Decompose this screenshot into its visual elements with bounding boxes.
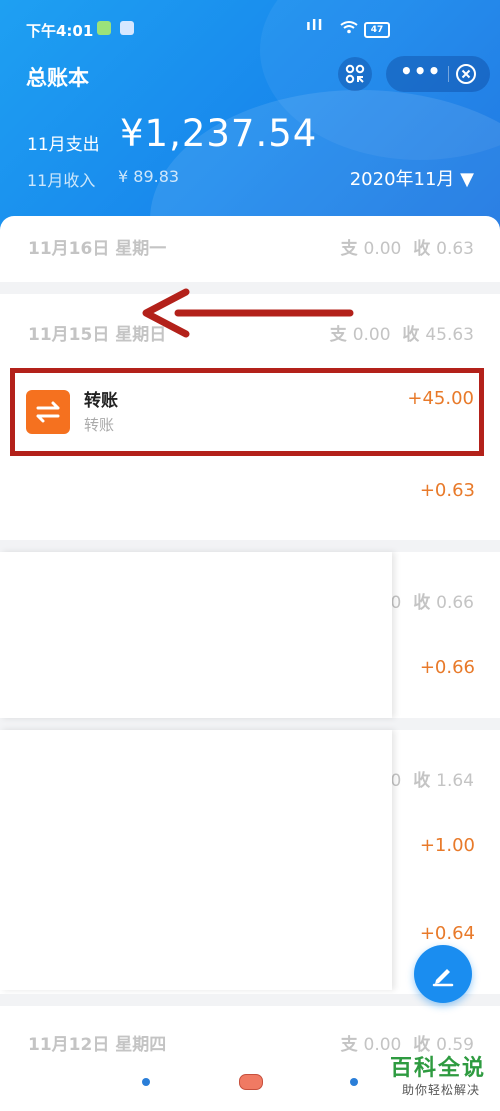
- day-group-header[interactable]: 11月16日 星期一 支 0.00 收 0.63: [0, 216, 500, 276]
- month-selector[interactable]: 2020年11月 ▼: [350, 165, 474, 191]
- edit-icon: [432, 969, 454, 987]
- in-label: 收: [413, 593, 431, 613]
- out-value: 0: [390, 771, 402, 791]
- out-label: 支: [340, 239, 358, 259]
- in-value: 0.63: [436, 239, 474, 259]
- nav-home-button[interactable]: [239, 1074, 263, 1090]
- in-label: 收: [413, 771, 431, 791]
- capsule-divider: [448, 66, 449, 82]
- wifi-icon: [340, 21, 358, 34]
- transaction-amount: +1.00: [419, 835, 475, 856]
- expense-amount: ¥1,237.54: [120, 112, 318, 155]
- wechat-notification-icon: [97, 21, 111, 35]
- swiped-row-panel[interactable]: [0, 552, 392, 718]
- out-label: 支: [340, 1035, 358, 1055]
- nav-back-button[interactable]: [350, 1078, 358, 1086]
- arrow-left-annotation: [142, 288, 354, 338]
- in-value: 0.66: [436, 593, 474, 613]
- close-icon[interactable]: [454, 62, 478, 86]
- expense-label: 11月支出: [27, 135, 100, 155]
- swiped-row-panel[interactable]: [0, 730, 392, 990]
- in-label: 收: [413, 239, 431, 259]
- scan-button[interactable]: [338, 57, 372, 91]
- watermark-subtitle: 助你轻松解决: [401, 1083, 480, 1097]
- group-summary: 0 收 1.64: [391, 766, 474, 791]
- transaction-amount: +0.64: [419, 923, 475, 944]
- transaction-amount: +0.66: [419, 657, 475, 678]
- header: 下午4:01 ıll 47 总账本 ••• 11月支出 ¥1,237.54 11…: [0, 0, 500, 240]
- income-amount: ¥ 89.83: [118, 167, 180, 186]
- scan-icon: [345, 64, 365, 84]
- group-summary: 支 0.00 收 0.63: [341, 234, 474, 259]
- highlight-annotation: [10, 368, 484, 456]
- mini-program-capsule: •••: [386, 56, 490, 92]
- nav-menu-button[interactable]: [142, 1078, 150, 1086]
- group-divider: [0, 540, 500, 552]
- out-value: 0.00: [363, 239, 402, 259]
- more-button[interactable]: •••: [400, 56, 440, 92]
- watermark-title: 百科全说: [389, 1056, 486, 1081]
- in-value: 1.64: [436, 771, 474, 791]
- page-title: 总账本: [26, 66, 89, 90]
- status-bar: 下午4:01 ıll 47: [0, 0, 500, 56]
- out-value: 0: [390, 593, 402, 613]
- in-value: 45.63: [425, 325, 474, 345]
- income-label: 11月收入: [27, 171, 96, 190]
- group-summary: 0 收 0.66: [391, 588, 474, 613]
- in-label: 收: [402, 325, 420, 345]
- out-value: 0.00: [352, 325, 391, 345]
- transaction-amount: +0.63: [419, 480, 475, 501]
- group-divider: [0, 718, 500, 730]
- status-time: 下午4:01: [26, 22, 94, 40]
- group-date: 11月12日 星期四: [28, 1035, 167, 1055]
- group-date: 11月16日 星期一: [28, 239, 167, 259]
- add-record-button[interactable]: [414, 945, 472, 1003]
- battery-icon: 47: [364, 22, 390, 38]
- app-notification-icon: [120, 21, 134, 35]
